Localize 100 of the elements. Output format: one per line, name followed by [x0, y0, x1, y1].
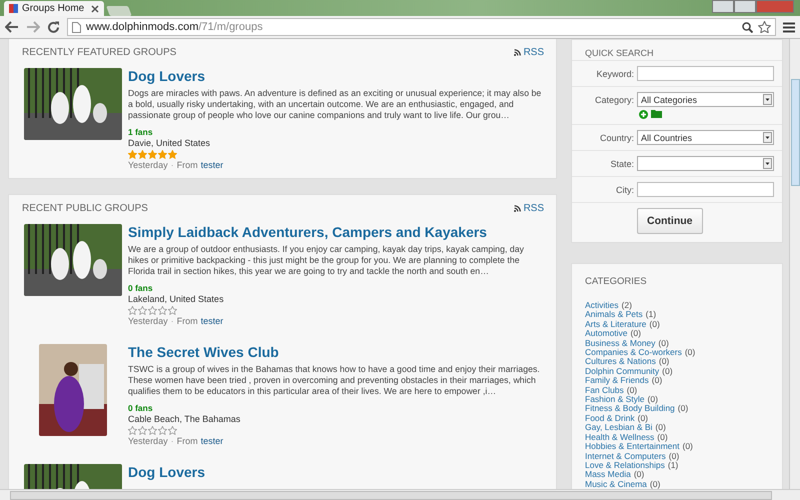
- empty-star-icon: [168, 306, 177, 315]
- empty-star-icon: [128, 306, 137, 315]
- filled-star-icon: [128, 150, 137, 159]
- category-count: (0): [684, 347, 696, 358]
- category-link[interactable]: Arts & Literature: [585, 318, 646, 329]
- reload-icon[interactable]: [47, 20, 60, 34]
- dropdown[interactable]: All Countries: [637, 130, 774, 145]
- site-icon: [9, 4, 18, 13]
- empty-star-icon: [138, 306, 147, 315]
- text-input[interactable]: [637, 182, 774, 197]
- category-link[interactable]: Activities: [585, 300, 619, 310]
- filled-star-icon: [158, 150, 167, 159]
- group-title-link[interactable]: Simply Laidback Adventurers, Campers and Kayakers: [128, 224, 487, 241]
- back-icon[interactable]: [5, 21, 19, 33]
- category-link[interactable]: Gay, Lesbian & Bi: [585, 422, 652, 432]
- category-link[interactable]: Companies & Co-workers: [585, 347, 682, 358]
- category-link[interactable]: Business & Money: [585, 338, 656, 348]
- category-link[interactable]: Fan Clubs: [585, 384, 624, 395]
- category-count: (0): [658, 356, 670, 366]
- category-link[interactable]: Food & Drink: [585, 412, 635, 423]
- category-count: (0): [682, 441, 693, 452]
- photo-placeholder[interactable]: [24, 224, 122, 296]
- post-date: Yesterday: [128, 160, 168, 170]
- category-link[interactable]: Cultures & Nations: [585, 356, 656, 366]
- minimize-button[interactable]: [712, 0, 734, 13]
- photo-placeholder[interactable]: [39, 344, 107, 436]
- group-description: TSWC is a group of wives in the Bahamas that knows how to have a good time and enjoy their marriages. These women have been tried , proven in overcoming and preventing obstacles in their marriages, which qualifies them to be educators in this particular area of their lives. We are here to empower ,i…: [128, 364, 541, 397]
- fans-count: 1 fans: [128, 127, 154, 138]
- group-title-link[interactable]: Dog Lovers: [128, 68, 206, 85]
- photo-placeholder[interactable]: [24, 68, 122, 140]
- author-link[interactable]: tester: [200, 436, 224, 446]
- category-count: (0): [648, 394, 658, 404]
- category-link[interactable]: Fashion & Style: [585, 394, 645, 404]
- dropdown[interactable]: All Categories: [637, 92, 774, 107]
- add-icon[interactable]: [639, 110, 648, 119]
- address-bar[interactable]: www.dolphinmods.com/71/m/groups: [67, 18, 776, 36]
- category-count: (0): [658, 338, 669, 348]
- category-link[interactable]: Love & Relationships: [585, 460, 665, 470]
- rss-link[interactable]: RSS: [514, 203, 544, 214]
- author-link[interactable]: tester: [200, 160, 224, 170]
- post-date: Yesterday: [128, 436, 168, 446]
- category-count: (1): [668, 460, 678, 470]
- browser-tab[interactable]: Groups Home: [4, 1, 104, 16]
- category-count: (1): [646, 309, 656, 320]
- group-description: Dogs are miracles with paws. An adventure is defined as an exciting or unusual experience; it may also be a bold, usually risky undertaking, with an uncertain outcome. We are an enthusiastic, engaged, and passionate group of people who love our canine companions and truly want to live life. Our grou…: [128, 88, 542, 121]
- empty-star-icon: [128, 426, 137, 435]
- category-link[interactable]: Music & Cinema: [585, 478, 647, 489]
- empty-star-icon: [158, 306, 167, 315]
- category-count: (0): [655, 422, 666, 432]
- category-count: (0): [652, 375, 662, 386]
- empty-star-icon: [138, 426, 147, 435]
- category-count: (0): [650, 478, 660, 489]
- text-input[interactable]: [637, 66, 774, 81]
- category-count: (0): [662, 366, 673, 376]
- post-date: Yesterday: [128, 316, 168, 326]
- filled-star-icon: [138, 150, 147, 159]
- rss-link[interactable]: RSS: [514, 47, 544, 58]
- fans-count: 0 fans: [128, 283, 154, 294]
- horizontal-scrollbar[interactable]: [0, 489, 800, 500]
- zoom-icon[interactable]: [742, 22, 753, 32]
- rss-icon: [514, 49, 522, 56]
- star-icon[interactable]: [758, 21, 771, 33]
- from-label: From: [176, 436, 198, 446]
- category-link[interactable]: Fitness & Body Building: [585, 403, 675, 414]
- section-title: RECENTLY FEATURED GROUPS: [22, 47, 176, 58]
- category-link[interactable]: Family & Friends: [585, 375, 649, 386]
- category-link[interactable]: Internet & Computers: [585, 450, 666, 460]
- close-icon[interactable]: [91, 4, 99, 12]
- category-link[interactable]: Animals & Pets: [585, 309, 643, 320]
- from-label: From: [176, 160, 198, 170]
- category-link[interactable]: Dolphin Community: [585, 366, 660, 376]
- panel-title: QUICK SEARCH: [584, 47, 655, 60]
- field-label: Keyword:: [595, 68, 634, 81]
- category-link[interactable]: Automotive: [585, 328, 628, 338]
- vertical-scrollbar[interactable]: [789, 39, 800, 489]
- maximize-button[interactable]: [734, 0, 756, 13]
- empty-star-icon: [148, 306, 157, 315]
- empty-star-icon: [158, 426, 167, 435]
- menu-icon[interactable]: [783, 22, 795, 32]
- folder-icon[interactable]: [651, 110, 662, 118]
- filled-star-icon: [148, 150, 157, 159]
- field-label: Country:: [598, 132, 634, 145]
- group-location: Lakeland, United States: [128, 294, 225, 305]
- field-label: Category:: [594, 94, 634, 107]
- separator-dot: ·: [170, 316, 174, 326]
- category-link[interactable]: Hobbies & Entertainment: [585, 441, 680, 452]
- fans-count: 0 fans: [128, 403, 154, 414]
- category-link[interactable]: Mass Media: [585, 469, 631, 480]
- category-link[interactable]: Health & Wellness: [585, 432, 654, 442]
- author-link[interactable]: tester: [200, 316, 224, 326]
- continue-button[interactable]: Continue: [637, 208, 702, 234]
- group-title-link[interactable]: The Secret Wives Club: [128, 344, 279, 361]
- group-title-link[interactable]: Dog Lovers: [128, 464, 206, 481]
- category-count: (0): [649, 318, 660, 329]
- category-count: (0): [678, 403, 688, 414]
- category-count: (0): [634, 469, 644, 480]
- group-description: We are a group of outdoor enthusiasts. If you enjoy car camping, kayak day trips, kayak camping, day hikes or primitive backpacking - this just might be the group for you. We are planning to complete the Florida trail in section hikes, this year we are going to try and tackle the north and south en…: [128, 244, 525, 277]
- category-count: (0): [657, 432, 668, 442]
- panel-title: CATEGORIES: [584, 275, 648, 289]
- empty-star-icon: [168, 426, 177, 435]
